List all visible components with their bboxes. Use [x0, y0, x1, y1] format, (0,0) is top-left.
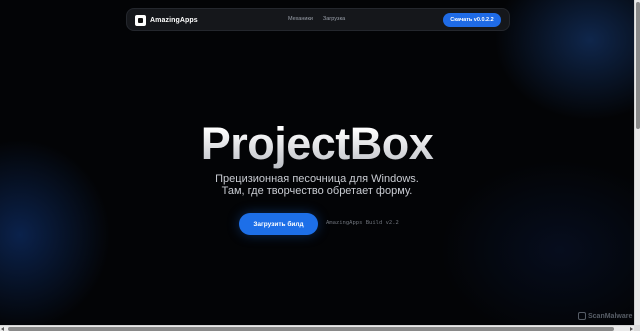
scroll-right-arrow-icon[interactable] [630, 327, 633, 331]
scrollbar-corner [634, 325, 640, 331]
download-build-button[interactable]: Загрузить билд [239, 213, 318, 235]
nav-link-download[interactable]: Загрузка [323, 16, 345, 22]
nav-links: Механики Загрузка [288, 16, 345, 22]
hero-title: ProjectBox [0, 118, 634, 170]
build-version-label: AmazingApps Build v2.2 [326, 220, 399, 226]
brand-name: AmazingApps [150, 16, 198, 24]
brand[interactable]: AmazingApps [135, 14, 198, 26]
watermark-text: ScanMalware [588, 312, 633, 320]
app-logo-icon [135, 14, 146, 26]
horizontal-scrollbar[interactable] [0, 325, 634, 331]
hero-subtitle-line2: Там, где творчество обретает форму. [221, 185, 413, 197]
vertical-scrollbar-thumb[interactable] [636, 2, 640, 129]
watermark: ScanMalware [578, 312, 632, 320]
horizontal-scrollbar-thumb[interactable] [8, 327, 614, 331]
scanmalware-logo-icon [578, 312, 586, 320]
nav-link-mechanics[interactable]: Механики [288, 16, 313, 22]
scroll-left-arrow-icon[interactable] [1, 327, 4, 331]
download-button[interactable]: Скачать v0.0.2.2 [443, 13, 501, 27]
page: AmazingApps Механики Загрузка Скачать v0… [0, 0, 634, 325]
navbar: AmazingApps Механики Загрузка Скачать v0… [126, 8, 510, 31]
vertical-scrollbar[interactable] [634, 0, 640, 325]
